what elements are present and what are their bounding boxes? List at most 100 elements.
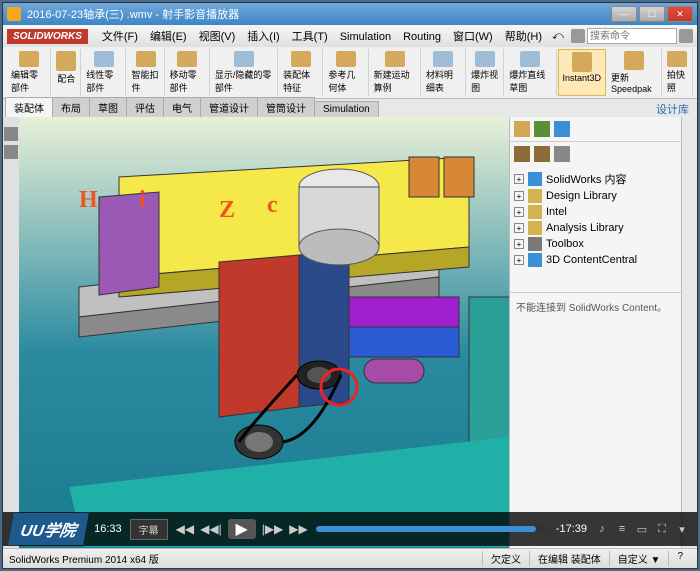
- ribbon-label-13: 更新Speedpak: [611, 71, 657, 94]
- menu-item-4[interactable]: 工具(T): [286, 31, 334, 43]
- tree-item-2[interactable]: +Intel: [514, 204, 677, 220]
- more-icon[interactable]: ▾: [675, 522, 689, 536]
- right-tab-strip[interactable]: [681, 117, 697, 548]
- ribbon-label-8: 新建运动算例: [374, 68, 416, 94]
- playback-progress-bar[interactable]: [316, 526, 548, 532]
- ribbon-6[interactable]: 装配体特征: [279, 49, 323, 96]
- ribbon-7[interactable]: 参考几何体: [324, 49, 368, 96]
- feature-tab-6[interactable]: 管筒设计: [257, 97, 315, 117]
- tree-item-5[interactable]: +3D ContentCentral: [514, 252, 677, 268]
- ribbon-label-9: 材料明细表: [426, 68, 461, 94]
- tree-expand-icon[interactable]: +: [514, 191, 524, 201]
- design-library-panel: + SolidWorks 内容 + Design Library +Intel+Anal…: [509, 117, 681, 548]
- tree-expand-icon[interactable]: +: [514, 223, 524, 233]
- playlist-icon[interactable]: ≡: [615, 522, 629, 536]
- ribbon-label-14: 拍快照: [667, 68, 688, 94]
- menu-item-1[interactable]: 编辑(E): [144, 31, 193, 43]
- solidworks-logo: SOLIDWORKS: [7, 29, 88, 44]
- ribbon-label-2: 线性零部件: [86, 68, 121, 94]
- maximize-button[interactable]: ☐: [639, 6, 665, 22]
- forward-button[interactable]: |▶▶: [262, 522, 284, 536]
- menu-item-0[interactable]: 文件(F): [96, 31, 144, 43]
- tree-expand-icon[interactable]: +: [514, 255, 524, 265]
- menu-item-8[interactable]: 帮助(H): [499, 31, 548, 43]
- feature-tab-3[interactable]: 评估: [126, 97, 164, 117]
- 3d-viewport[interactable]: H i Z c: [19, 117, 509, 548]
- subtitle-button[interactable]: 字幕: [130, 519, 168, 540]
- menu-item-2[interactable]: 视图(V): [193, 31, 242, 43]
- ribbon-icon-3: [136, 51, 156, 67]
- ribbon-icon-8: [385, 51, 405, 67]
- library-tab-icon-2[interactable]: [534, 121, 550, 137]
- ribbon-icon-13: [624, 51, 644, 70]
- help-icon[interactable]: [679, 29, 693, 43]
- ribbon-10[interactable]: 爆炸视图: [467, 49, 504, 96]
- ribbon-12[interactable]: Instant3D: [558, 49, 607, 96]
- library-tab-icon-1[interactable]: [514, 121, 530, 137]
- tree-item-label: SolidWorks 内容: [546, 171, 626, 187]
- tree-item-1[interactable]: + Design Library: [514, 188, 677, 204]
- library-tool-icon-1[interactable]: [514, 146, 530, 162]
- status-bar: SolidWorks Premium 2014 x64 版 欠定义在编辑 装配体…: [3, 548, 697, 568]
- ribbon-1[interactable]: 配合: [52, 49, 81, 96]
- play-pause-button[interactable]: ▶: [228, 519, 256, 539]
- feature-tab-7[interactable]: Simulation: [314, 101, 379, 117]
- feature-tab-1[interactable]: 布局: [52, 97, 90, 117]
- tree-item-0[interactable]: + SolidWorks 内容: [514, 170, 677, 188]
- minimize-button[interactable]: —: [611, 6, 637, 22]
- side-tool-1[interactable]: [4, 127, 18, 141]
- ribbon-label-4: 移动零部件: [170, 68, 205, 94]
- tree-item-label: Toolbox: [546, 238, 584, 250]
- prev-track-button[interactable]: ◀◀: [176, 522, 194, 536]
- tree-item-3[interactable]: +Analysis Library: [514, 220, 677, 236]
- home-icon[interactable]: [571, 29, 585, 43]
- ribbon-13[interactable]: 更新Speedpak: [607, 49, 662, 96]
- side-tool-2[interactable]: [4, 145, 18, 159]
- fullscreen-icon[interactable]: ⛶: [655, 522, 669, 536]
- tree-expand-icon[interactable]: +: [514, 239, 524, 249]
- status-item-3[interactable]: ?: [668, 551, 691, 566]
- ribbon-3[interactable]: 智能扣件: [127, 49, 164, 96]
- library-tab-icon-3[interactable]: [554, 121, 570, 137]
- menu-item-7[interactable]: 窗口(W): [447, 31, 499, 43]
- ribbon-4[interactable]: 移动零部件: [166, 49, 210, 96]
- library-status-message: 不能连接到 SolidWorks Content。: [510, 292, 681, 320]
- ribbon-14[interactable]: 拍快照: [663, 49, 693, 96]
- feature-tab-5[interactable]: 管道设计: [200, 97, 258, 117]
- rewind-button[interactable]: ◀◀|: [200, 522, 222, 536]
- menu-item-5[interactable]: Simulation: [334, 31, 397, 43]
- command-search-input[interactable]: [587, 28, 677, 44]
- ribbon-label-6: 装配体特征: [283, 68, 318, 94]
- feature-tab-2[interactable]: 草图: [89, 97, 127, 117]
- ribbon-2[interactable]: 线性零部件: [82, 49, 126, 96]
- ribbon-icon-6: [291, 51, 311, 67]
- feature-tab-0[interactable]: 装配体: [5, 97, 53, 117]
- library-tool-icon-2[interactable]: [534, 146, 550, 162]
- ribbon-label-12: Instant3D: [563, 73, 602, 83]
- ribbon-label-7: 参考几何体: [328, 68, 363, 94]
- tree-item-label: Design Library: [546, 190, 617, 202]
- status-item-2[interactable]: 自定义 ▼: [609, 551, 669, 566]
- next-track-button[interactable]: ▶▶: [289, 522, 307, 536]
- ribbon-8[interactable]: 新建运动算例: [370, 49, 421, 96]
- undo-icon[interactable]: ⤺: [548, 30, 568, 43]
- ribbon-5[interactable]: 显示/隐藏的零部件: [211, 49, 278, 96]
- ribbon-9[interactable]: 材料明细表: [422, 49, 466, 96]
- tree-expand-icon[interactable]: +: [514, 207, 524, 217]
- ribbon-0[interactable]: 编辑零部件: [7, 49, 51, 96]
- screenshot-icon[interactable]: ▭: [635, 522, 649, 536]
- tree-item-4[interactable]: + Toolbox: [514, 236, 677, 252]
- globe-icon: [528, 172, 542, 186]
- tree-expand-icon[interactable]: +: [514, 174, 524, 184]
- library-tool-icon-3[interactable]: [554, 146, 570, 162]
- ribbon-icon-2: [94, 51, 114, 67]
- progress-fill: [316, 526, 536, 532]
- feature-tab-4[interactable]: 电气: [163, 97, 201, 117]
- status-item-1[interactable]: 在编辑 装配体: [529, 551, 609, 566]
- close-button[interactable]: ✕: [667, 6, 693, 22]
- volume-icon[interactable]: ♪: [595, 522, 609, 536]
- menu-item-6[interactable]: Routing: [397, 31, 447, 43]
- ribbon-11[interactable]: 爆炸直线草图: [505, 49, 556, 96]
- menu-item-3[interactable]: 插入(I): [241, 31, 285, 43]
- status-item-0[interactable]: 欠定义: [482, 551, 529, 566]
